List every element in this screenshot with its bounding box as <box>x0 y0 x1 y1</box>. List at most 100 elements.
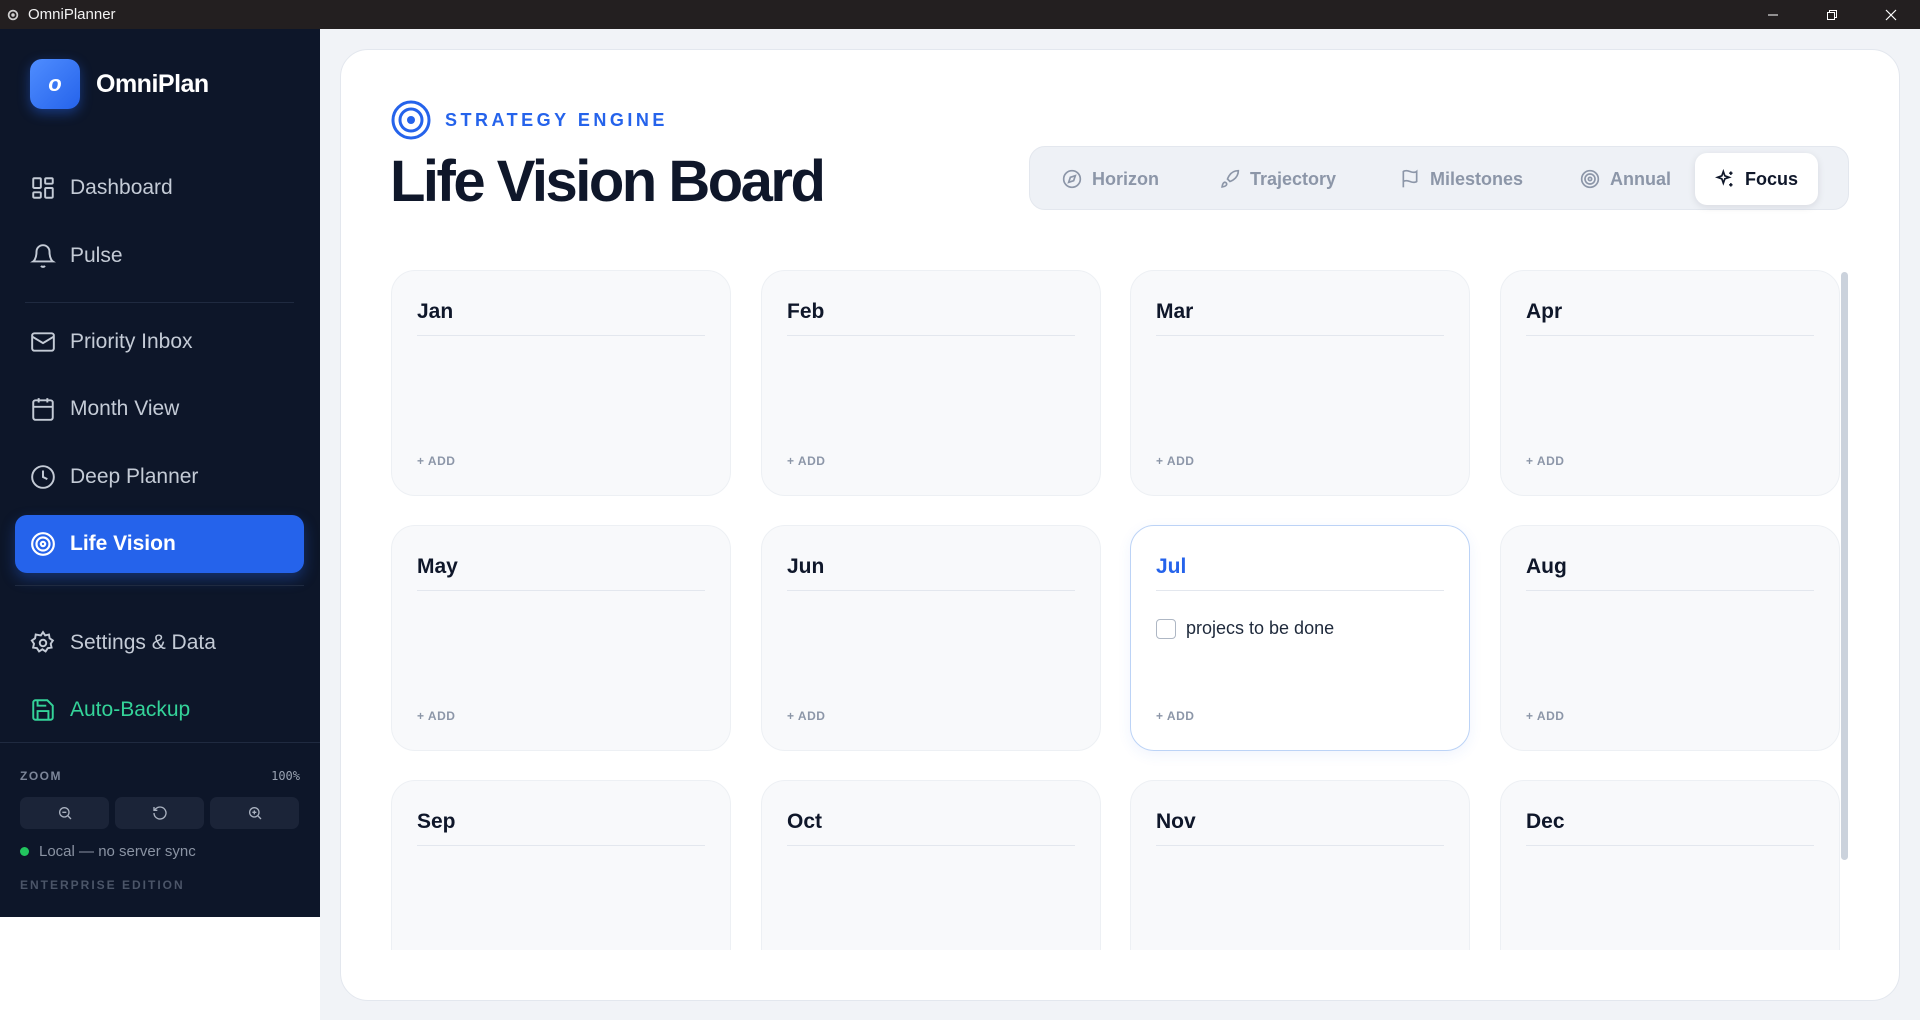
clock-icon <box>31 465 55 489</box>
month-card-jun: Jun + ADD <box>761 525 1101 751</box>
sidebar-item-auto-backup[interactable]: Auto-Backup <box>15 681 304 739</box>
month-name: Nov <box>1156 810 1196 833</box>
window-titlebar: OmniPlanner <box>0 0 1920 29</box>
grid-icon <box>32 177 54 199</box>
month-card-jan: Jan + ADD <box>391 270 731 496</box>
rocket-icon <box>1221 169 1240 188</box>
eyebrow: STRATEGY ENGINE <box>391 100 668 140</box>
minimize-icon <box>1767 14 1778 15</box>
sync-status: Local — no server sync <box>20 843 196 860</box>
sidebar-item-label: Pulse <box>70 244 123 267</box>
month-card-mar: Mar + ADD <box>1130 270 1470 496</box>
zoom-out-button[interactable] <box>20 797 109 829</box>
tab-label: Milestones <box>1430 168 1524 189</box>
app-gear-icon <box>7 9 19 20</box>
tab-label: Focus <box>1745 168 1799 189</box>
target-icon <box>31 532 55 556</box>
zoom-panel: ZOOM 100% Local — no server sync ENTERPR… <box>0 742 320 917</box>
brand-name: OmniPlan <box>96 69 209 98</box>
reset-icon <box>152 806 167 820</box>
add-button[interactable]: + ADD <box>417 454 455 468</box>
save-icon <box>32 699 54 721</box>
month-card-feb: Feb + ADD <box>761 270 1101 496</box>
target-icon <box>1580 169 1600 189</box>
add-button[interactable]: + ADD <box>417 709 455 723</box>
eyebrow-text: STRATEGY ENGINE <box>445 109 668 130</box>
window-title: OmniPlanner <box>28 6 116 23</box>
month-card-sep: Sep <box>391 780 731 950</box>
add-button[interactable]: + ADD <box>1526 709 1564 723</box>
add-button[interactable]: + ADD <box>787 454 825 468</box>
close-icon <box>1885 9 1896 20</box>
sidebar-item-settings[interactable]: Settings & Data <box>15 614 304 672</box>
add-button[interactable]: + ADD <box>1156 454 1194 468</box>
tab-label: Trajectory <box>1250 168 1337 189</box>
minimize-button[interactable] <box>1743 0 1802 29</box>
sidebar-item-month-view[interactable]: Month View <box>15 380 304 438</box>
main-panel: STRATEGY ENGINE Life Vision Board Horizo… <box>340 49 1900 1001</box>
tab-label: Horizon <box>1092 168 1159 189</box>
month-card-nov: Nov <box>1130 780 1470 950</box>
zoom-out-icon <box>58 807 71 820</box>
month-name: Apr <box>1526 300 1563 323</box>
tab-trajectory[interactable]: Trajectory <box>1200 153 1356 205</box>
brand[interactable]: o OmniPlan <box>30 59 209 109</box>
month-divider <box>1526 335 1814 336</box>
add-button[interactable]: + ADD <box>787 709 825 723</box>
task-checkbox[interactable] <box>1156 618 1176 639</box>
tab-label: Annual <box>1610 168 1671 189</box>
month-name: May <box>417 555 458 578</box>
zoom-in-button[interactable] <box>210 797 299 829</box>
tab-focus[interactable]: Focus <box>1695 153 1819 205</box>
sidebar-item-pulse[interactable]: Pulse <box>15 227 304 285</box>
sidebar: o OmniPlan Dashboard Pulse Priority Inbo… <box>0 29 320 917</box>
sidebar-item-label: Deep Planner <box>70 465 199 488</box>
month-name: Aug <box>1526 555 1567 578</box>
month-name: Jan <box>417 300 454 323</box>
month-name: Oct <box>787 810 823 833</box>
view-tabs: Horizon Trajectory Milestones Annual Foc… <box>1029 146 1849 210</box>
sidebar-item-label: Priority Inbox <box>70 330 193 353</box>
month-name: Jun <box>787 555 825 578</box>
sidebar-item-dashboard[interactable]: Dashboard <box>15 159 304 217</box>
month-name: Jul <box>1156 555 1187 578</box>
add-button[interactable]: + ADD <box>1526 454 1564 468</box>
zoom-value: 100% <box>271 769 300 783</box>
sidebar-item-priority-inbox[interactable]: Priority Inbox <box>15 313 304 371</box>
restore-button[interactable] <box>1802 0 1861 29</box>
month-divider <box>1156 845 1444 846</box>
sync-status-text: Local — no server sync <box>39 843 196 860</box>
month-divider <box>787 335 1075 336</box>
sidebar-item-life-vision[interactable]: Life Vision <box>15 515 304 573</box>
month-divider <box>787 590 1075 591</box>
tab-milestones[interactable]: Milestones <box>1380 153 1543 205</box>
sidebar-footer-blank <box>0 917 320 1020</box>
page-title: Life Vision Board <box>390 149 826 214</box>
compass-icon <box>1062 169 1082 189</box>
add-button[interactable]: + ADD <box>1156 709 1194 723</box>
month-card-may: May + ADD <box>391 525 731 751</box>
scrollbar[interactable] <box>1841 272 1848 860</box>
sidebar-divider <box>25 302 294 303</box>
flag-icon <box>1402 169 1418 188</box>
sidebar-item-label: Settings & Data <box>70 631 216 654</box>
zoom-reset-button[interactable] <box>115 797 204 829</box>
target-icon <box>391 100 431 140</box>
tab-horizon[interactable]: Horizon <box>1042 153 1179 205</box>
close-button[interactable] <box>1861 0 1920 29</box>
month-card-jul: Jul projecs to be done + ADD <box>1130 525 1470 751</box>
month-card-oct: Oct <box>761 780 1101 950</box>
sidebar-item-label: Life Vision <box>70 532 176 555</box>
logo: o <box>30 59 80 109</box>
month-divider <box>1156 335 1444 336</box>
month-divider <box>1526 845 1814 846</box>
sidebar-item-deep-planner[interactable]: Deep Planner <box>15 448 304 506</box>
month-divider <box>417 335 705 336</box>
task-text[interactable]: projecs to be done <box>1186 618 1334 639</box>
sidebar-divider <box>15 585 304 586</box>
sidebar-item-label: Dashboard <box>70 176 173 199</box>
tab-annual[interactable]: Annual <box>1560 153 1691 205</box>
mail-icon <box>31 332 55 352</box>
month-divider <box>417 590 705 591</box>
zoom-label: ZOOM <box>20 769 62 783</box>
